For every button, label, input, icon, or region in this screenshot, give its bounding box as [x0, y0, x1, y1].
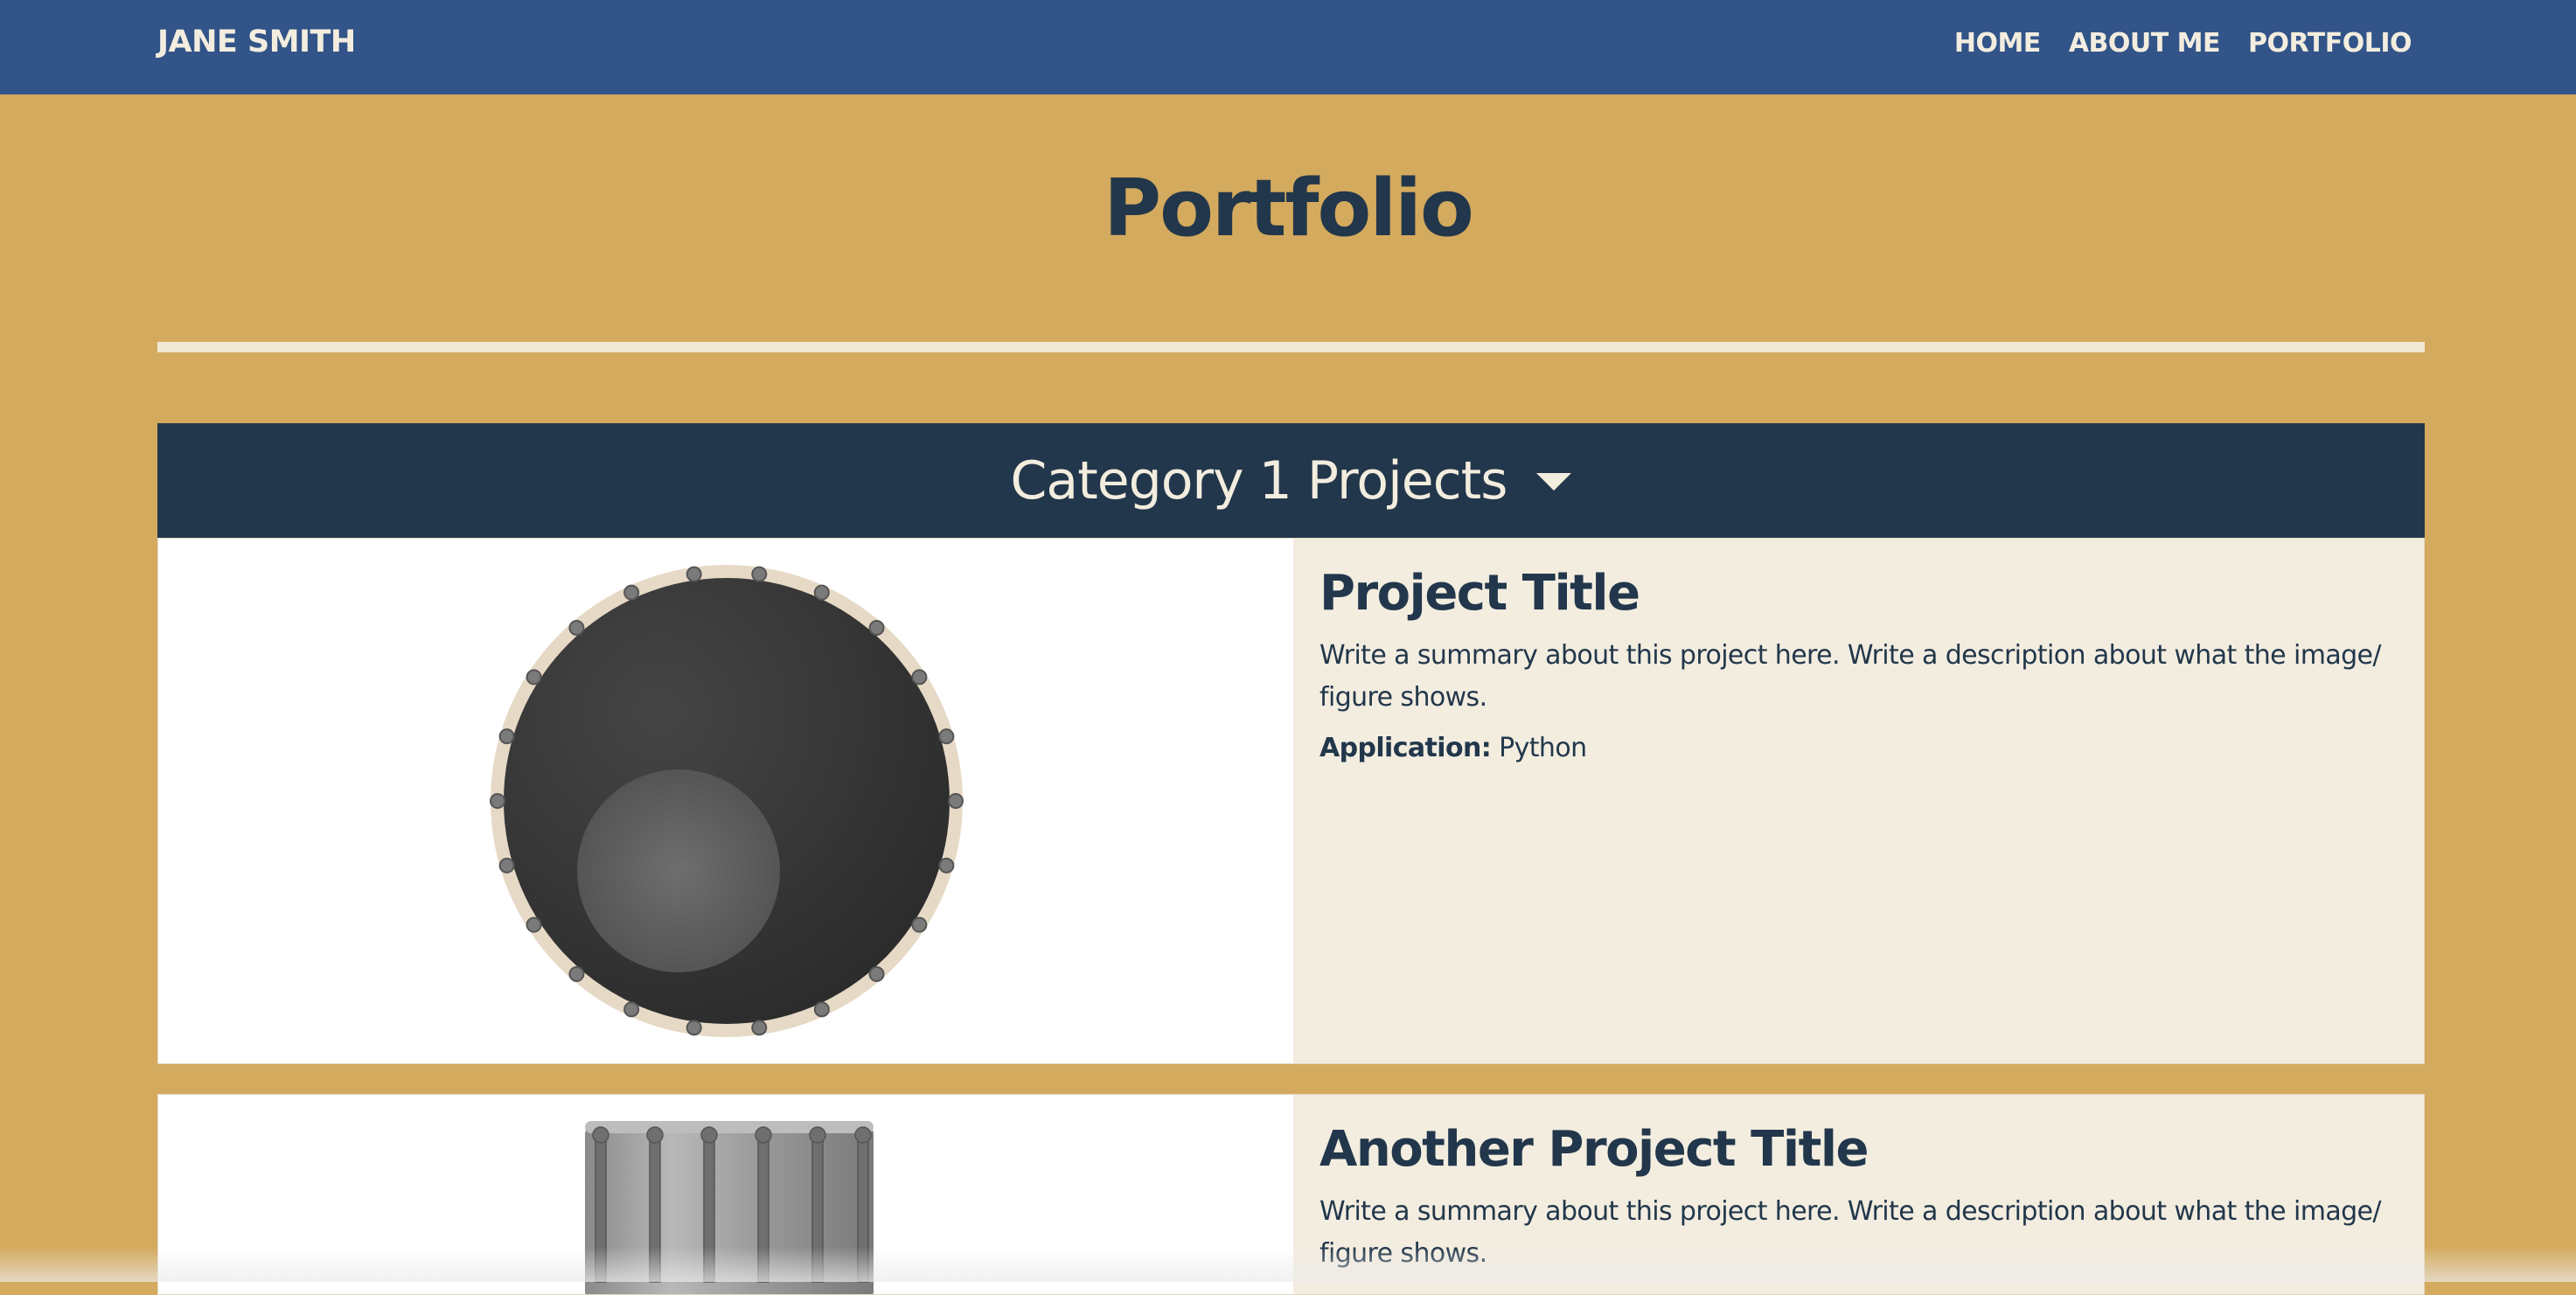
drum-lug — [526, 669, 542, 686]
project-summary: Write a summary about this project here.… — [1319, 1195, 2382, 1269]
drum-lug — [498, 857, 515, 874]
drum-lug — [938, 728, 955, 745]
divider — [157, 342, 2425, 352]
drum-side-view-image — [585, 1121, 874, 1294]
project-application: Application: Python — [1319, 733, 2398, 763]
drum-lug — [751, 1020, 768, 1036]
project-title: Project Title — [1319, 565, 1640, 622]
drum-lug — [686, 566, 702, 582]
caret-down-icon — [1536, 472, 1572, 491]
project-summary: Write a summary about this project here.… — [1319, 639, 2382, 713]
brand-name[interactable]: JANE SMITH — [157, 24, 356, 59]
drum-lug — [568, 966, 585, 983]
project-image — [158, 1095, 1293, 1294]
drum-lug — [498, 728, 515, 745]
page-title: Portfolio — [1104, 163, 1474, 254]
drum-lug — [868, 966, 885, 983]
category-label: Category 1 Projects — [1010, 449, 1508, 512]
project-details: Another Project Title Write a summary ab… — [1293, 1095, 2424, 1294]
drum-lug — [623, 584, 640, 601]
drum-lug — [568, 619, 585, 636]
drum-lug — [911, 916, 928, 933]
drum-lug — [751, 566, 768, 582]
drum-lug — [868, 619, 885, 636]
project-image — [158, 539, 1293, 1063]
drum-lug — [813, 1001, 830, 1018]
project-card: Project Title Write a summary about this… — [157, 538, 2425, 1064]
drum-top-view-image — [490, 565, 964, 1037]
navbar: JANE SMITH HOME ABOUT ME PORTFOLIO — [0, 0, 2576, 94]
drum-lug — [948, 793, 964, 809]
drum-lug — [623, 1001, 640, 1018]
nav-link-portfolio[interactable]: PORTFOLIO — [2248, 28, 2412, 59]
drum-lug — [813, 584, 830, 601]
nav-links: HOME ABOUT ME PORTFOLIO — [1954, 28, 2412, 59]
application-label: Application: — [1319, 732, 1492, 763]
project-title: Another Project Title — [1319, 1121, 1869, 1178]
nav-link-home[interactable]: HOME — [1954, 28, 2041, 59]
project-details: Project Title Write a summary about this… — [1293, 539, 2424, 1063]
drum-lug — [526, 916, 542, 933]
category-toggle[interactable]: Category 1 Projects — [157, 423, 2425, 538]
drum-lug — [938, 857, 955, 874]
drum-lug — [490, 793, 505, 809]
application-value: Python — [1499, 732, 1587, 763]
drum-lug — [911, 669, 928, 686]
project-card: Another Project Title Write a summary ab… — [157, 1094, 2425, 1295]
drum-lug — [686, 1020, 702, 1036]
nav-link-about-me[interactable]: ABOUT ME — [2069, 28, 2221, 59]
